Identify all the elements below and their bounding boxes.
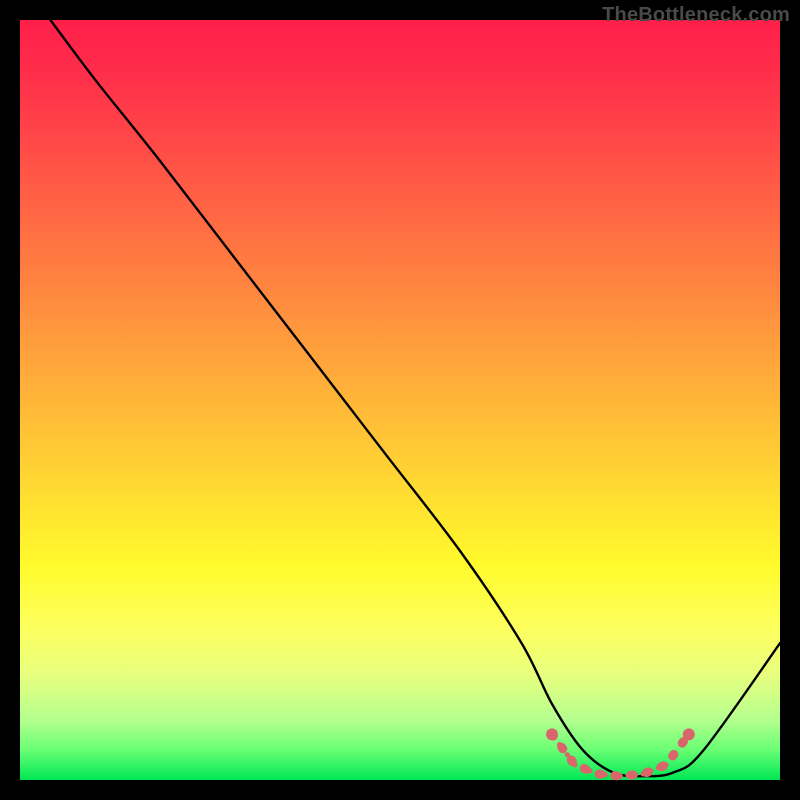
curve-layer xyxy=(20,20,780,780)
optimal-zone-dot xyxy=(565,752,570,757)
optimal-zone xyxy=(546,728,695,778)
optimal-zone-dot xyxy=(587,768,592,773)
optimal-zone-dash xyxy=(552,734,689,776)
optimal-zone-dot xyxy=(557,742,562,747)
optimal-zone-dot xyxy=(641,771,646,776)
optimal-zone-dot xyxy=(610,773,615,778)
optimal-zone-dot xyxy=(618,774,623,779)
optimal-zone-dot xyxy=(656,765,661,770)
optimal-zone-dot xyxy=(679,742,684,747)
watermark-label: TheBottleneck.com xyxy=(602,4,790,27)
optimal-zone-dot xyxy=(595,771,600,776)
optimal-zone-dot xyxy=(625,773,630,778)
plot-area xyxy=(20,20,780,780)
optimal-zone-dot xyxy=(633,772,638,777)
bottleneck-curve xyxy=(50,20,780,776)
optimal-zone-dot xyxy=(648,768,653,773)
optimal-zone-dot xyxy=(671,752,676,757)
optimal-zone-dot xyxy=(663,762,668,767)
optimal-zone-dot xyxy=(603,772,608,777)
optimal-zone-dot xyxy=(572,762,577,767)
optimal-zone-dot xyxy=(580,765,585,770)
chart-frame: TheBottleneck.com xyxy=(0,0,800,800)
optimal-zone-endpoint xyxy=(546,728,558,740)
optimal-zone-endpoint xyxy=(683,728,695,740)
